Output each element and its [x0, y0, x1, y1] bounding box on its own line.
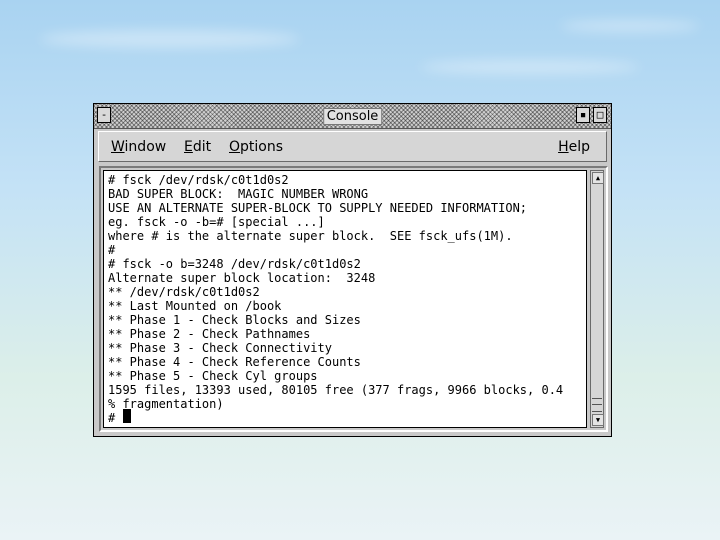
terminal-line: ** Phase 3 - Check Connectivity: [108, 341, 332, 355]
terminal-line: ** Phase 2 - Check Pathnames: [108, 327, 311, 341]
terminal-line: USE AN ALTERNATE SUPER-BLOCK TO SUPPLY N…: [108, 201, 528, 215]
terminal-line: ** Last Mounted on /book: [108, 299, 282, 313]
terminal-line: # fsck /dev/rdsk/c0t1d0s2: [108, 173, 289, 187]
terminal-line: BAD SUPER BLOCK: MAGIC NUMBER WRONG: [108, 187, 369, 201]
vertical-scrollbar[interactable]: ▲ ▼: [590, 170, 604, 428]
menu-edit[interactable]: Edit: [184, 139, 211, 155]
menu-options-accel: O: [229, 139, 241, 155]
sky-cloud: [560, 20, 700, 32]
menu-window-label: indow: [124, 139, 167, 155]
menu-help[interactable]: Help: [558, 139, 590, 155]
menu-window-accel: W: [111, 139, 125, 155]
terminal-line: where # is the alternate super block. SE…: [108, 229, 513, 243]
terminal-line: eg. fsck -o -b=# [special ...]: [108, 215, 325, 229]
menu-window[interactable]: Window: [111, 139, 166, 155]
menu-options[interactable]: Options: [229, 139, 283, 155]
sky-cloud: [40, 30, 300, 48]
window-title: Console: [322, 108, 383, 125]
sky-cloud: [420, 60, 640, 74]
menu-edit-label: dit: [192, 139, 212, 155]
terminal-line: # fsck -o b=3248 /dev/rdsk/c0t1d0s2: [108, 257, 361, 271]
menu-edit-accel: E: [184, 139, 193, 155]
scroll-up-arrow-icon[interactable]: ▲: [592, 172, 604, 184]
terminal-line: 1595 files, 13393 used, 80105 free (377 …: [108, 383, 564, 397]
terminal-line: #: [108, 243, 116, 257]
terminal-line: ** Phase 1 - Check Blocks and Sizes: [108, 313, 361, 327]
terminal-line: ** Phase 4 - Check Reference Counts: [108, 355, 361, 369]
scroll-down-arrow-icon[interactable]: ▼: [592, 414, 604, 426]
terminal-line: Alternate super block location: 3248: [108, 271, 376, 285]
terminal-area[interactable]: # fsck /dev/rdsk/c0t1d0s2 BAD SUPER BLOC…: [103, 170, 587, 428]
terminal-line: ** Phase 5 - Check Cyl groups: [108, 369, 318, 383]
scroll-thumb-grip-icon[interactable]: [592, 398, 602, 412]
terminal-frame: # fsck /dev/rdsk/c0t1d0s2 BAD SUPER BLOC…: [99, 166, 608, 432]
menu-options-label: ptions: [240, 139, 284, 155]
window-menu-button[interactable]: -: [97, 107, 111, 123]
maximize-button[interactable]: □: [593, 107, 607, 123]
terminal-line: ** /dev/rdsk/c0t1d0s2: [108, 285, 260, 299]
console-window: - Console ▪ □ Window Edit Options Help #…: [93, 103, 612, 437]
text-cursor: [123, 409, 131, 423]
menu-help-label: elp: [568, 139, 590, 155]
terminal-output: # fsck /dev/rdsk/c0t1d0s2 BAD SUPER BLOC…: [108, 173, 563, 425]
title-bar[interactable]: - Console ▪ □: [94, 104, 611, 129]
terminal-prompt: #: [108, 411, 123, 425]
minimize-button[interactable]: ▪: [576, 107, 590, 123]
menu-help-accel: H: [558, 139, 569, 155]
menu-bar: Window Edit Options Help: [98, 131, 607, 162]
